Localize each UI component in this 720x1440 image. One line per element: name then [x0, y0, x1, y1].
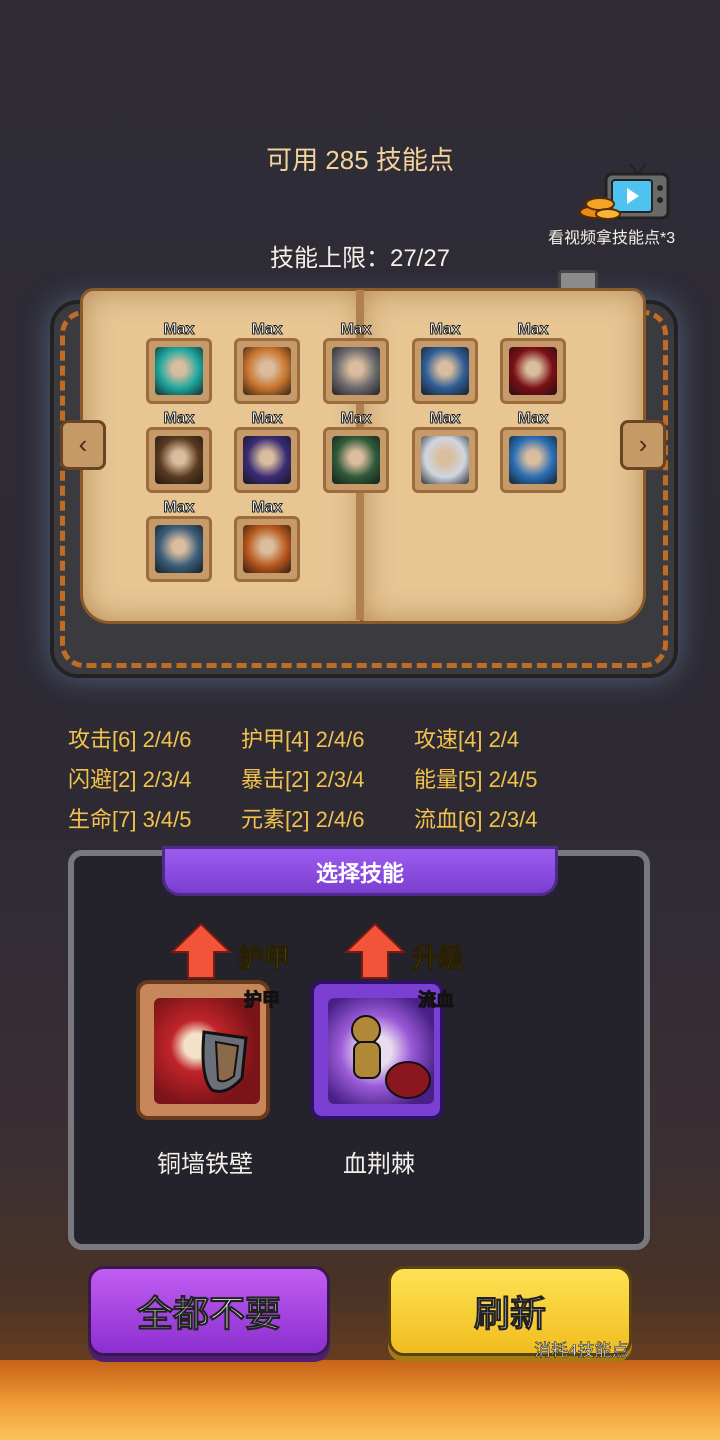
skill-slot[interactable]: Max [412, 410, 478, 493]
red-claw-icon [509, 347, 557, 395]
skill-slot[interactable]: Max [146, 499, 212, 582]
ghost-figure-icon [421, 436, 469, 484]
stat-element: 元素[2] 2/4/6 [241, 807, 365, 832]
lava-background [0, 1360, 720, 1440]
skill-slot[interactable]: Max [146, 321, 212, 404]
running-figure-icon [332, 347, 380, 395]
prev-page-arrow-icon[interactable]: ‹ [60, 420, 106, 470]
starfield-icon [421, 347, 469, 395]
stat-dodge: 闪避[2] 2/3/4 [68, 767, 192, 792]
skill-slot[interactable]: Max [500, 321, 566, 404]
skill-slot[interactable]: Max [234, 410, 300, 493]
shield-burst-icon [154, 998, 260, 1104]
card-1-tag: 护甲 [244, 990, 281, 1011]
red-spikes-icon [332, 436, 380, 484]
stat-attack: 攻击[6] 2/4/6 [68, 727, 192, 752]
panel-title: 选择技能 [162, 846, 558, 896]
skill-slot[interactable]: Max [323, 321, 389, 404]
tv-video-icon[interactable] [578, 160, 678, 222]
stat-bleed: 流血[6] 2/3/4 [414, 807, 538, 832]
two-figures-icon [243, 347, 291, 395]
max-level-badge: Max [340, 410, 372, 428]
max-level-badge: Max [429, 321, 461, 339]
card-2-name: 血荆棘 [343, 1151, 415, 1178]
max-level-badge: Max [163, 410, 195, 428]
max-level-badge: Max [340, 321, 372, 339]
skill-book: ‹ › Max Max Max Max Max Max Max Max Max Max Max Max [40, 270, 680, 680]
next-page-arrow-icon[interactable]: › [620, 420, 666, 470]
teal-figure-icon [155, 347, 203, 395]
skill-slot[interactable]: Max [500, 410, 566, 493]
skill-slot[interactable]: Max [234, 321, 300, 404]
explosion-icon [243, 525, 291, 573]
max-level-badge: Max [251, 499, 283, 517]
bleeding-figure-icon [328, 998, 434, 1104]
max-level-badge: Max [251, 321, 283, 339]
stat-attack-speed: 攻速[4] 2/4 [414, 727, 520, 752]
card-2-tag: 流血 [418, 990, 455, 1011]
stat-crit: 暴击[2] 2/3/4 [241, 767, 365, 792]
blue-eye-icon [509, 436, 557, 484]
card-1-name: 铜墙铁壁 [157, 1151, 253, 1178]
max-level-badge: Max [251, 410, 283, 428]
max-level-badge: Max [429, 410, 461, 428]
skill-slot[interactable]: Max [234, 499, 300, 582]
card-2-upgrade-label: 升级 [411, 943, 465, 974]
stat-life: 生命[7] 3/4/5 [68, 807, 192, 832]
upgrade-arrow-icon [169, 922, 233, 980]
stat-energy: 能量[5] 2/4/5 [414, 767, 538, 792]
skill-limit-text: 技能上限：27/27 [269, 245, 451, 272]
skill-slot[interactable]: Max [146, 410, 212, 493]
max-level-badge: Max [517, 321, 549, 339]
shadow-monster-icon [155, 525, 203, 573]
max-level-badge: Max [517, 410, 549, 428]
max-level-badge: Max [163, 499, 195, 517]
refresh-cost-label: 消耗4技能点 [534, 1341, 629, 1361]
stat-armor: 护甲[4] 2/4/6 [241, 727, 365, 752]
card-1-upgrade-label: 护甲 [237, 943, 291, 974]
skip-all-button[interactable]: 全都不要 [88, 1266, 330, 1356]
sleeping-blob-icon [243, 436, 291, 484]
skill-slot[interactable]: Max [323, 410, 389, 493]
brown-beast-icon [155, 436, 203, 484]
max-level-badge: Max [163, 321, 195, 339]
skill-slot[interactable]: Max [412, 321, 478, 404]
upgrade-arrow-icon [343, 922, 407, 980]
